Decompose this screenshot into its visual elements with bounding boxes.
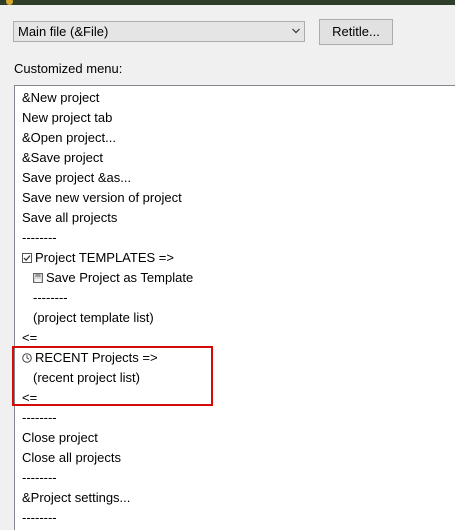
list-item[interactable]: &New project xyxy=(22,88,99,108)
highlight-box-recent-projects xyxy=(12,346,213,406)
list-item[interactable]: &Project settings... xyxy=(22,488,130,508)
separator-item[interactable]: -------- xyxy=(33,288,68,308)
list-item-label: Project TEMPLATES => xyxy=(35,250,174,265)
separator-item[interactable]: -------- xyxy=(22,408,57,428)
chevron-down-icon xyxy=(292,28,300,34)
list-item[interactable]: &Open project... xyxy=(22,128,116,148)
list-item[interactable]: Close project xyxy=(22,428,98,448)
list-item[interactable]: Close all projects xyxy=(22,448,121,468)
list-item[interactable]: New project tab xyxy=(22,108,112,128)
list-item[interactable]: Save project &as... xyxy=(22,168,131,188)
list-item[interactable]: &Save project xyxy=(22,148,103,168)
separator-item[interactable]: -------- xyxy=(22,228,57,248)
save-template-icon xyxy=(33,273,43,283)
app-icon xyxy=(6,0,13,5)
list-item[interactable]: Save new version of project xyxy=(22,188,182,208)
menu-file-select[interactable]: Main file (&File) xyxy=(13,21,305,42)
list-item[interactable]: Save all projects xyxy=(22,208,117,228)
retitle-button[interactable]: Retitle... xyxy=(319,19,393,45)
separator-item[interactable]: -------- xyxy=(22,508,57,528)
window-titlebar xyxy=(0,0,455,5)
list-item-label: Save Project as Template xyxy=(46,270,194,285)
customized-menu-list[interactable]: &New project New project tab &Open proje… xyxy=(14,85,455,530)
list-item[interactable]: <= xyxy=(22,328,37,348)
menu-file-select-value: Main file (&File) xyxy=(18,24,109,39)
list-item-save-template[interactable]: Save Project as Template xyxy=(33,268,193,288)
customized-menu-label: Customized menu: xyxy=(14,61,123,76)
list-item[interactable]: (project template list) xyxy=(33,308,154,328)
separator-item[interactable]: -------- xyxy=(22,468,57,488)
list-item-project-templates[interactable]: Project TEMPLATES => xyxy=(22,248,174,268)
checkbox-icon xyxy=(22,253,32,263)
